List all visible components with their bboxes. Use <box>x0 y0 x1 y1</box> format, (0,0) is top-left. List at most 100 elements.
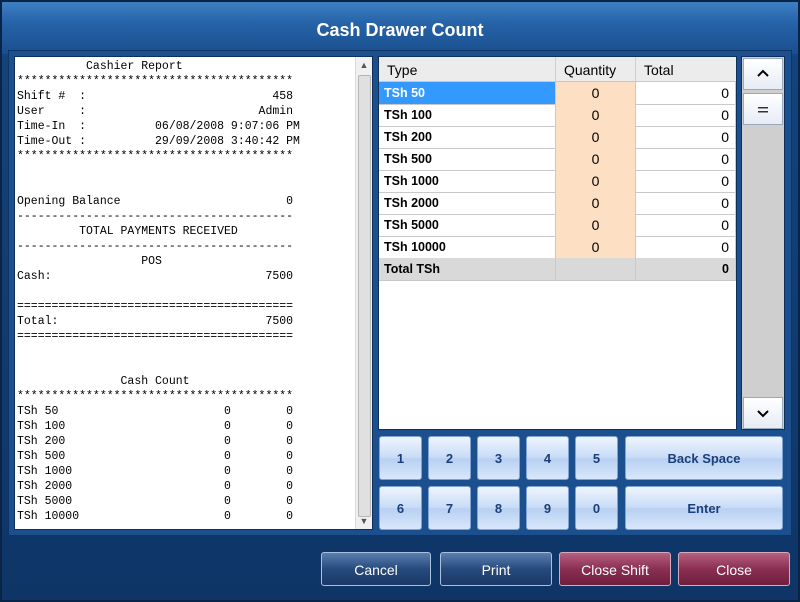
key-7[interactable]: 7 <box>428 486 471 530</box>
report-line: TSh 10000 0 0 <box>17 510 294 523</box>
report-line: TOTAL PAYMENTS RECEIVED <box>17 225 238 238</box>
report-line: Time-Out : 29/09/2008 3:40:42 PM <box>17 135 300 148</box>
menu-button[interactable] <box>743 93 783 125</box>
key-3[interactable]: 3 <box>477 436 520 480</box>
report-line: POS <box>17 255 162 268</box>
key-4[interactable]: 4 <box>526 436 569 480</box>
header-total: Total <box>644 62 674 78</box>
grid-row[interactable]: TSh 10000 0 0 <box>379 236 736 259</box>
window-title: Cash Drawer Count <box>2 2 798 54</box>
report-line: TSh 1000 0 0 <box>17 465 294 478</box>
row-total-cell: 0 <box>636 170 736 192</box>
row-quantity-cell[interactable]: 0 <box>556 236 636 258</box>
key-2[interactable]: 2 <box>428 436 471 480</box>
report-line: TSh 50 0 0 <box>17 405 294 418</box>
row-quantity-cell[interactable]: 0 <box>556 126 636 148</box>
grid-row[interactable]: TSh 2000 0 0 <box>379 192 736 215</box>
scrollbar-thumb[interactable] <box>358 75 371 517</box>
row-total-cell: 0 <box>636 104 736 126</box>
row-type-cell: TSh 100 <box>379 104 556 126</box>
chevron-down-icon <box>757 406 769 421</box>
scroll-up-arrow-icon[interactable]: ▲ <box>356 57 372 73</box>
row-type-cell: TSh 10000 <box>379 236 556 258</box>
header-type: Type <box>379 57 556 81</box>
chevron-up-icon <box>757 67 769 82</box>
report-line: **************************************** <box>17 75 294 88</box>
report-line: Cash: 7500 <box>17 270 294 283</box>
grid-row[interactable]: TSh 500 0 0 <box>379 148 736 171</box>
row-quantity-cell[interactable]: 0 <box>556 82 636 104</box>
row-quantity-cell[interactable]: 0 <box>556 192 636 214</box>
report-scrollbar[interactable]: ▲ ▼ <box>355 57 372 529</box>
grid-row[interactable]: TSh 200 0 0 <box>379 126 736 149</box>
row-type-cell: TSh 500 <box>379 148 556 170</box>
row-total-cell: 0 <box>636 214 736 236</box>
row-type-cell: TSh 50 <box>379 82 556 104</box>
report-line: TSh 5000 0 0 <box>17 495 294 508</box>
report-line: ---------------------------------------- <box>17 524 351 529</box>
menu-icon <box>758 102 768 117</box>
grid-row[interactable]: TSh 100 0 0 <box>379 104 736 127</box>
row-total-cell: 0 <box>636 192 736 214</box>
row-type-cell: TSh 1000 <box>379 170 556 192</box>
row-total-cell: 0 <box>636 82 736 104</box>
report-line <box>17 359 351 374</box>
key-1[interactable]: 1 <box>379 436 422 480</box>
backspace-button[interactable]: Back Space <box>625 436 783 480</box>
report-line <box>17 164 351 179</box>
cancel-button[interactable]: Cancel <box>321 552 431 586</box>
key-8[interactable]: 8 <box>477 486 520 530</box>
grid-row[interactable]: TSh 1000 0 0 <box>379 170 736 193</box>
scroll-down-arrow-icon[interactable]: ▼ <box>356 513 372 529</box>
report-line: TSh 100 0 0 <box>17 420 294 433</box>
close-shift-button[interactable]: Close Shift <box>559 552 671 586</box>
cashier-report-panel[interactable]: Cashier Report **************************… <box>14 56 373 530</box>
report-line: **************************************** <box>17 150 294 163</box>
report-line <box>17 284 351 299</box>
total-quantity-cell <box>556 258 636 280</box>
row-type-cell: TSh 2000 <box>379 192 556 214</box>
scroll-down-button[interactable] <box>743 397 783 429</box>
print-button[interactable]: Print <box>440 552 552 586</box>
row-total-cell: 0 <box>636 236 736 258</box>
cashier-report-text: Cashier Report **************************… <box>17 59 351 529</box>
report-line: TSh 2000 0 0 <box>17 480 294 493</box>
key-9[interactable]: 9 <box>526 486 569 530</box>
row-quantity-cell[interactable]: 0 <box>556 148 636 170</box>
report-line: **************************************** <box>17 390 294 403</box>
report-line: Time-In : 06/08/2008 9:07:06 PM <box>17 120 300 133</box>
report-line: TSh 500 0 0 <box>17 450 294 463</box>
report-line: TSh 200 0 0 <box>17 435 294 448</box>
row-type-cell: TSh 200 <box>379 126 556 148</box>
grid-row[interactable]: TSh 50 0 0 <box>379 82 736 105</box>
row-type-cell: TSh 5000 <box>379 214 556 236</box>
report-line: Shift # : 458 <box>17 90 294 103</box>
report-line: User : Admin <box>17 105 294 118</box>
row-quantity-cell[interactable]: 0 <box>556 170 636 192</box>
report-line: Total: 7500 <box>17 315 294 328</box>
grid-header: Type Quantity Total <box>379 57 736 82</box>
total-type-cell: Total TSh <box>379 258 556 280</box>
scroll-up-button[interactable] <box>743 58 783 90</box>
key-5[interactable]: 5 <box>575 436 618 480</box>
row-quantity-cell[interactable]: 0 <box>556 214 636 236</box>
report-line: Opening Balance 0 <box>17 195 294 208</box>
enter-button[interactable]: Enter <box>625 486 783 530</box>
report-line: ---------------------------------------- <box>17 240 294 253</box>
report-line: ======================================== <box>17 300 294 313</box>
key-6[interactable]: 6 <box>379 486 422 530</box>
key-0[interactable]: 0 <box>575 486 618 530</box>
row-quantity-cell[interactable]: 0 <box>556 104 636 126</box>
close-button[interactable]: Close <box>678 552 790 586</box>
report-line <box>17 179 351 194</box>
header-quantity: Quantity <box>556 57 636 81</box>
row-total-cell: 0 <box>636 126 736 148</box>
report-line: Cash Count <box>17 375 190 388</box>
report-line: ---------------------------------------- <box>17 210 294 223</box>
grid-total-row: Total TSh 0 <box>379 258 736 281</box>
denomination-grid: Type Quantity Total TSh 50 0 0 TSh 100 0 0 TSh… <box>378 56 737 430</box>
report-line: ======================================== <box>17 330 294 343</box>
total-total-cell: 0 <box>636 258 736 280</box>
grid-row[interactable]: TSh 5000 0 0 <box>379 214 736 237</box>
row-total-cell: 0 <box>636 148 736 170</box>
